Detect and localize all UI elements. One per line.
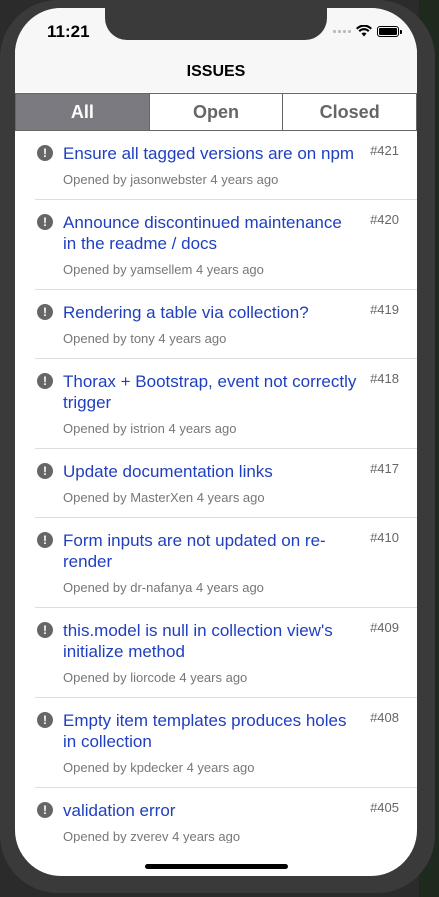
issue-title: Announce discontinued maintenance in the…	[63, 213, 342, 253]
issue-row[interactable]: ! this.model is null in collection view'…	[35, 608, 417, 698]
alert-circle-icon: !	[37, 463, 53, 479]
issue-meta: Opened by yamsellem 4 years ago	[63, 262, 264, 277]
issue-row[interactable]: ! Ensure all tagged versions are on npm …	[35, 131, 417, 200]
issue-number: #419	[370, 302, 399, 317]
issue-row[interactable]: ! Rendering a table via collection? #419…	[35, 290, 417, 359]
alert-circle-icon: !	[37, 532, 53, 548]
issue-title: Update documentation links	[63, 462, 273, 481]
phone-frame: 11:21 ISSUES All Open Closed ! Ensure al…	[0, 0, 435, 893]
issue-row[interactable]: ! Update documentation links #417 Opened…	[35, 449, 417, 518]
issue-title: Rendering a table via collection?	[63, 303, 309, 322]
alert-circle-icon: !	[37, 712, 53, 728]
issue-number: #418	[370, 371, 399, 386]
issue-row[interactable]: ! Form inputs are not updated on re-rend…	[35, 518, 417, 608]
segment-all[interactable]: All	[16, 94, 150, 130]
alert-circle-icon: !	[37, 373, 53, 389]
issue-title: Form inputs are not updated on re-render	[63, 531, 326, 571]
issue-row[interactable]: ! Thorax + Bootstrap, event not correctl…	[35, 359, 417, 449]
issue-list[interactable]: ! Ensure all tagged versions are on npm …	[15, 131, 417, 843]
issue-number: #410	[370, 530, 399, 545]
issue-row[interactable]: ! Empty item templates produces holes in…	[35, 698, 417, 788]
segment-closed[interactable]: Closed	[283, 94, 417, 130]
screen: 11:21 ISSUES All Open Closed ! Ensure al…	[15, 8, 417, 876]
issue-meta: Opened by istrion 4 years ago	[63, 421, 237, 436]
alert-circle-icon: !	[37, 214, 53, 230]
issue-meta: Opened by tony 4 years ago	[63, 331, 227, 346]
issue-number: #405	[370, 800, 399, 815]
status-time: 11:21	[47, 22, 90, 41]
issue-number: #417	[370, 461, 399, 476]
page-title: ISSUES	[186, 63, 246, 80]
home-indicator[interactable]	[145, 864, 288, 869]
navigation-bar: ISSUES	[15, 56, 417, 92]
issue-number: #420	[370, 212, 399, 227]
alert-circle-icon: !	[37, 304, 53, 320]
issue-title: Thorax + Bootstrap, event not correctly …	[63, 372, 357, 412]
issue-row[interactable]: ! Announce discontinued maintenance in t…	[35, 200, 417, 290]
status-icons	[333, 24, 402, 38]
issue-filter-segmented-control: All Open Closed	[15, 93, 417, 131]
segment-open[interactable]: Open	[149, 94, 284, 130]
issue-number: #409	[370, 620, 399, 635]
issue-number: #421	[370, 143, 399, 158]
issue-meta: Opened by jasonwebster 4 years ago	[63, 172, 279, 187]
issue-meta: Opened by liorcode 4 years ago	[63, 670, 248, 685]
issue-title: Empty item templates produces holes in c…	[63, 711, 347, 751]
issue-title: Ensure all tagged versions are on npm	[63, 144, 355, 163]
issue-title: validation error	[63, 801, 176, 820]
alert-circle-icon: !	[37, 802, 53, 818]
notch	[105, 8, 327, 40]
issue-meta: Opened by MasterXen 4 years ago	[63, 490, 265, 505]
issue-title: this.model is null in collection view's …	[63, 621, 333, 661]
wifi-icon	[356, 25, 372, 37]
alert-circle-icon: !	[37, 622, 53, 638]
issue-number: #408	[370, 710, 399, 725]
issue-row[interactable]: ! validation error #405 Opened by zverev…	[35, 788, 417, 843]
battery-icon	[377, 25, 402, 37]
issue-meta: Opened by dr-nafanya 4 years ago	[63, 580, 264, 595]
signal-icon	[333, 29, 351, 33]
issue-meta: Opened by zverev 4 years ago	[63, 829, 241, 843]
alert-circle-icon: !	[37, 145, 53, 161]
issue-meta: Opened by kpdecker 4 years ago	[63, 760, 255, 775]
